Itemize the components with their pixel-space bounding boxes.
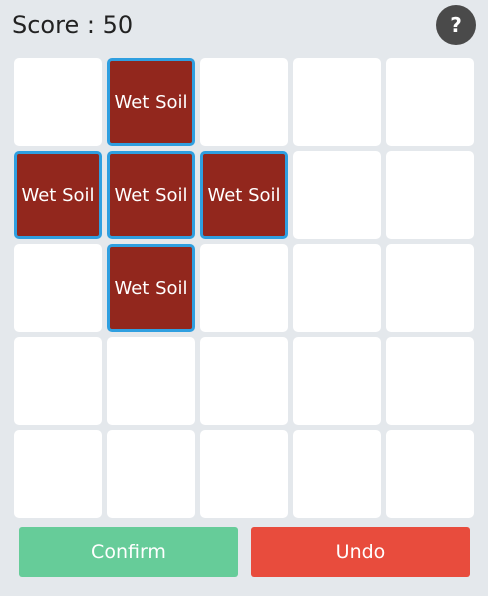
board-cell-empty[interactable] bbox=[14, 244, 102, 332]
board-cell-empty[interactable] bbox=[386, 151, 474, 239]
tile-label: Wet Soil bbox=[207, 184, 281, 206]
header-bar: Score : 50 ? bbox=[0, 0, 488, 50]
board-cell-filled[interactable]: Wet Soil bbox=[107, 244, 195, 332]
board-cell-empty[interactable] bbox=[293, 430, 381, 518]
board-cell-empty[interactable] bbox=[107, 337, 195, 425]
board-cell-empty[interactable] bbox=[386, 244, 474, 332]
tile-label: Wet Soil bbox=[114, 277, 188, 299]
board-cell-empty[interactable] bbox=[386, 430, 474, 518]
board-cell-empty[interactable] bbox=[386, 58, 474, 146]
tile-label: Wet Soil bbox=[114, 91, 188, 113]
board-cell-empty[interactable] bbox=[200, 337, 288, 425]
board-cell-empty[interactable] bbox=[293, 151, 381, 239]
board-cell-empty[interactable] bbox=[293, 58, 381, 146]
game-board: Wet Soil Wet Soil Wet Soil Wet Soil Wet Soil bbox=[14, 58, 476, 520]
question-mark-icon: ? bbox=[450, 13, 462, 37]
board-cell-filled[interactable]: Wet Soil bbox=[107, 58, 195, 146]
board-cell-empty[interactable] bbox=[200, 244, 288, 332]
tile-label: Wet Soil bbox=[21, 184, 95, 206]
board-cell-empty[interactable] bbox=[200, 430, 288, 518]
board-cell-empty[interactable] bbox=[200, 58, 288, 146]
board-cell-empty[interactable] bbox=[14, 337, 102, 425]
board-cell-empty[interactable] bbox=[293, 337, 381, 425]
confirm-button[interactable]: Confirm bbox=[19, 527, 238, 577]
tile-label: Wet Soil bbox=[114, 184, 188, 206]
board-cell-empty[interactable] bbox=[107, 430, 195, 518]
board-cell-empty[interactable] bbox=[14, 430, 102, 518]
score-display: Score : 50 bbox=[12, 11, 134, 39]
board-cell-empty[interactable] bbox=[14, 58, 102, 146]
board-cell-empty[interactable] bbox=[293, 244, 381, 332]
undo-button[interactable]: Undo bbox=[251, 527, 470, 577]
board-cell-empty[interactable] bbox=[386, 337, 474, 425]
board-cell-filled[interactable]: Wet Soil bbox=[14, 151, 102, 239]
board-cell-filled[interactable]: Wet Soil bbox=[107, 151, 195, 239]
help-button[interactable]: ? bbox=[436, 5, 476, 45]
board-cell-filled[interactable]: Wet Soil bbox=[200, 151, 288, 239]
